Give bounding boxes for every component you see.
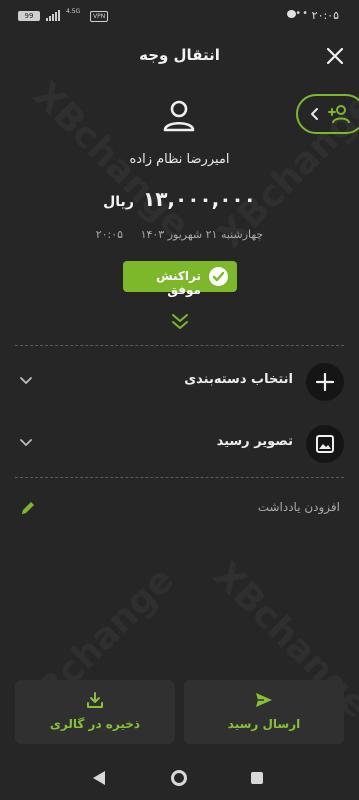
status-label: تراکنش موفق (156, 269, 201, 297)
page-title: انتقال وجه (139, 46, 220, 64)
amount-row: ۱۳,۰۰۰,۰۰۰ ریال (0, 187, 359, 211)
transaction-date: چهارشنبه ۲۱ شهریور ۱۴۰۳ (140, 228, 264, 241)
amount-value: ۱۳,۰۰۰,۰۰۰ (142, 187, 256, 211)
add-contact-button[interactable] (296, 94, 359, 134)
category-label: انتخاب دسته‌بندی (184, 372, 293, 387)
person-icon (163, 100, 195, 132)
add-note-field[interactable]: افزودن یادداشت (258, 500, 340, 514)
chat-icon (287, 10, 296, 18)
divider (15, 477, 344, 478)
signal-icon (46, 10, 60, 21)
recent-apps-icon[interactable] (251, 772, 263, 784)
battery-icon: 99 (18, 11, 40, 21)
status-badge: تراکنش موفق (123, 261, 237, 297)
transaction-datetime: چهارشنبه ۲۱ شهریور ۱۴۰۳ ۲۰:۰۵ (0, 228, 359, 241)
close-icon[interactable] (326, 47, 344, 65)
add-icon (306, 363, 344, 401)
category-row[interactable]: انتخاب دسته‌بندی (0, 360, 359, 404)
pencil-icon[interactable] (20, 500, 36, 516)
vpn-badge: VPN (90, 11, 109, 22)
save-gallery-button[interactable]: ذخیره در گالری (15, 680, 175, 744)
download-icon (87, 692, 103, 708)
double-chevron-down-icon[interactable] (170, 312, 190, 330)
image-icon (306, 425, 344, 463)
add-person-icon (328, 105, 350, 124)
network-type: 4.5G (66, 8, 81, 15)
receipt-image-row[interactable]: تصویر رسید (0, 422, 359, 466)
check-icon (209, 267, 228, 286)
back-icon[interactable] (92, 770, 106, 786)
send-receipt-button[interactable]: ارسال رسید (184, 680, 344, 744)
status-time: ۲۰:۰۵ (311, 9, 339, 22)
currency-label: ریال (103, 194, 134, 210)
home-icon[interactable] (171, 770, 187, 786)
send-receipt-label: ارسال رسید (227, 717, 301, 731)
send-icon (256, 693, 272, 707)
divider (15, 345, 344, 346)
save-gallery-label: ذخیره در گالری (49, 717, 141, 731)
chevron-down-icon (20, 439, 32, 446)
recipient-name: امیررضا نظام زاده (129, 152, 230, 167)
transaction-time: ۲۰:۰۵ (95, 228, 124, 241)
chevron-left-icon (311, 108, 318, 120)
chevron-down-icon (20, 377, 32, 384)
receipt-image-label: تصویر رسید (216, 434, 293, 449)
status-bar: ۲۰:۰۵ ••• 99 4.5G VPN (0, 0, 359, 32)
